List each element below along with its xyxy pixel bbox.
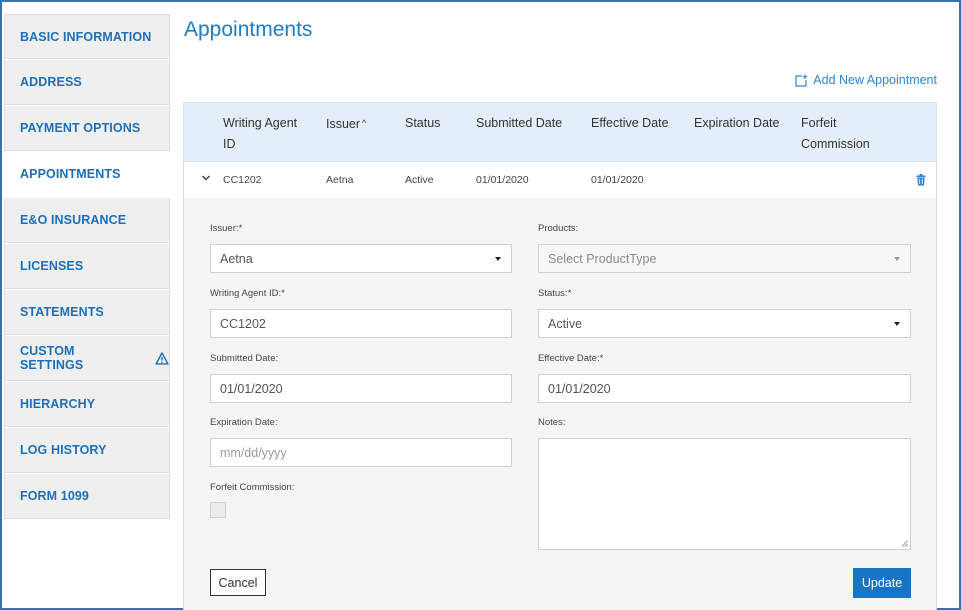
sidebar-item-form-1099[interactable]: FORM 1099 [4, 474, 170, 519]
sidebar-item-label: E&O INSURANCE [20, 213, 127, 227]
column-header-forfeit-commission[interactable]: Forfeit Commission [801, 113, 881, 155]
cell-issuer: Aetna [326, 174, 354, 186]
column-header-submitted-date[interactable]: Submitted Date [476, 113, 562, 134]
expiration-date-placeholder: mm/dd/yyyy [220, 445, 287, 460]
sidebar-item-label: FORM 1099 [20, 489, 89, 503]
issuer-select-value: Aetna [220, 251, 253, 266]
effective-date-value: 01/01/2020 [548, 381, 611, 396]
products-label: Products: [538, 223, 579, 234]
sidebar-item-log-history[interactable]: LOG HISTORY [4, 428, 170, 473]
sidebar-item-label: LOG HISTORY [20, 443, 107, 457]
sidebar-item-statements[interactable]: STATEMENTS [4, 290, 170, 335]
issuer-label: Issuer:* [210, 223, 243, 234]
sidebar-item-licenses[interactable]: LICENSES [4, 244, 170, 289]
table-row[interactable]: CC1202 Aetna Active 01/01/2020 01/01/202… [183, 162, 937, 199]
effective-date-field[interactable]: 01/01/2020 [538, 374, 911, 403]
products-select[interactable]: Select ProductType [538, 244, 911, 273]
sidebar-item-label: HIERARCHY [20, 397, 96, 411]
column-header-effective-date[interactable]: Effective Date [591, 113, 669, 134]
issuer-select[interactable]: Aetna [210, 244, 512, 273]
status-select-value: Active [548, 316, 583, 331]
sidebar-item-payment-options[interactable]: PAYMENT OPTIONS [4, 106, 170, 151]
caret-down-icon [495, 257, 501, 261]
submitted-date-value: 01/01/2020 [220, 381, 283, 396]
trash-icon[interactable] [916, 174, 926, 186]
sidebar-item-label: LICENSES [20, 259, 84, 273]
status-label: Status:* [538, 288, 572, 299]
sidebar-item-label: CUSTOM SETTINGS [20, 344, 84, 372]
sidebar-item-label: BASIC INFORMATION [20, 29, 152, 44]
expiration-date-field[interactable]: mm/dd/yyyy [210, 438, 512, 467]
cell-submitted-date: 01/01/2020 [476, 174, 529, 186]
effective-date-label: Effective Date:* [538, 353, 604, 364]
sort-ascending-icon: ^ [362, 118, 367, 128]
submitted-date-field[interactable]: 01/01/2020 [210, 374, 512, 403]
add-new-appointment-link[interactable]: Add New Appointment [795, 73, 937, 87]
sidebar-item-basic-information[interactable]: BASIC INFORMATION [4, 14, 170, 59]
table-header: Writing Agent ID Issuer ^ Status Submitte… [183, 102, 937, 162]
column-header-label: Issuer [326, 117, 361, 131]
submitted-date-label: Submitted Date: [210, 353, 279, 364]
sidebar-item-hierarchy[interactable]: HIERARCHY [4, 382, 170, 427]
forfeit-commission-checkbox[interactable] [210, 502, 226, 518]
sidebar-item-eo-insurance[interactable]: E&O INSURANCE [4, 198, 170, 243]
caret-down-icon [894, 257, 900, 261]
column-header-expiration-date[interactable]: Expiration Date [694, 113, 779, 134]
notes-textarea[interactable] [538, 438, 911, 550]
expiration-date-label: Expiration Date: [210, 417, 278, 428]
cell-writing-agent-id: CC1202 [223, 174, 262, 186]
resize-handle-icon[interactable] [901, 540, 908, 547]
sidebar-item-label: ADDRESS [20, 75, 82, 89]
appointments-table: Writing Agent ID Issuer ^ Status Submitte… [183, 102, 937, 199]
update-button[interactable]: Update [853, 568, 911, 598]
sidebar-item-label: STATEMENTS [20, 305, 104, 319]
writing-agent-id-value: CC1202 [220, 316, 266, 331]
column-header-status[interactable]: Status [405, 113, 440, 134]
status-select[interactable]: Active [538, 309, 911, 338]
sidebar-item-label: PAYMENT OPTIONS [20, 121, 141, 135]
notes-label: Notes: [538, 417, 566, 428]
add-new-appointment-label: Add New Appointment [813, 73, 937, 87]
column-header-issuer[interactable]: Issuer ^ [326, 113, 366, 135]
add-document-icon [795, 74, 808, 87]
products-select-placeholder: Select ProductType [548, 251, 657, 266]
forfeit-commission-label: Forfeit Commission: [210, 482, 295, 493]
appointment-edit-panel: Issuer:* Aetna Products: Select ProductT… [183, 198, 937, 610]
cell-effective-date: 01/01/2020 [591, 174, 644, 186]
chevron-down-icon[interactable] [201, 174, 211, 182]
sidebar-item-address[interactable]: ADDRESS [4, 60, 170, 105]
sidebar: BASIC INFORMATION ADDRESS PAYMENT OPTION… [4, 14, 170, 520]
sidebar-item-label: APPOINTMENTS [20, 167, 121, 181]
writing-agent-id-field[interactable]: CC1202 [210, 309, 512, 338]
sidebar-item-custom-settings[interactable]: CUSTOM SETTINGS [4, 336, 170, 381]
warning-triangle-icon [155, 351, 169, 365]
writing-agent-id-label: Writing Agent ID:* [210, 288, 285, 299]
page-title: Appointments [184, 18, 313, 41]
column-header-writing-agent-id[interactable]: Writing Agent ID [223, 113, 313, 155]
sidebar-item-appointments[interactable]: APPOINTMENTS [4, 152, 170, 197]
cancel-button[interactable]: Cancel [210, 569, 266, 596]
caret-down-icon [894, 322, 900, 326]
cell-status: Active [405, 174, 434, 186]
